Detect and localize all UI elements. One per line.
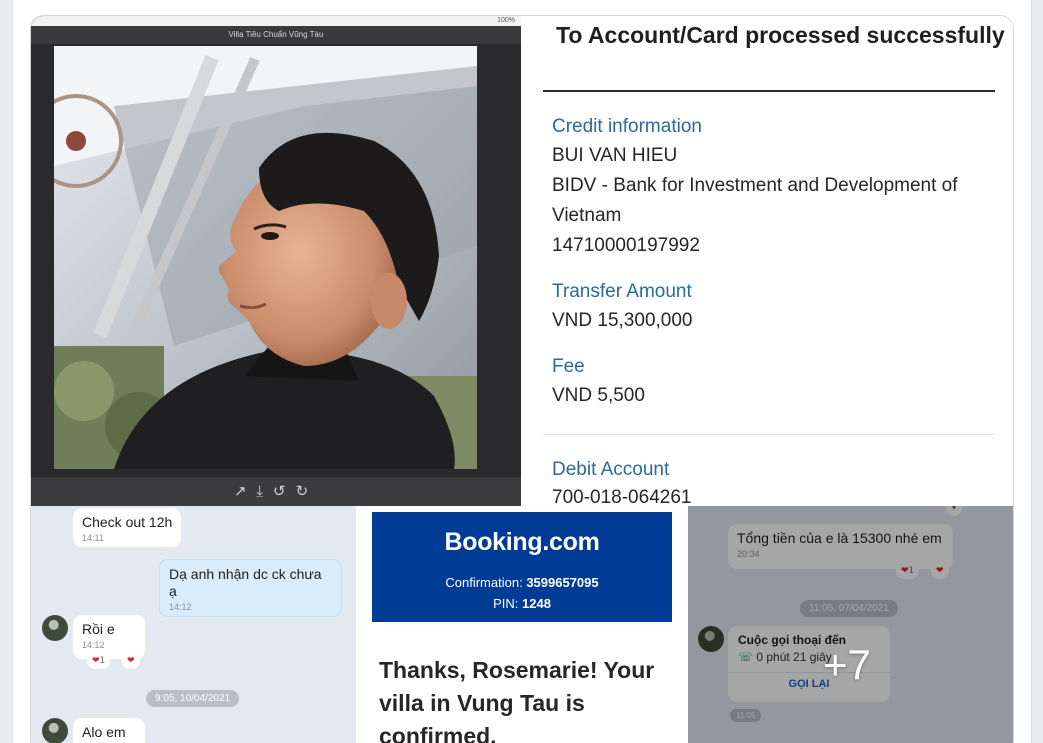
booking-logo: Booking.com	[444, 528, 600, 556]
gallery-photo-2[interactable]: To Account/Card processed successfully C…	[521, 16, 1013, 506]
portrait-photo	[54, 46, 477, 469]
photo-gallery: 100% Villa Tiêu Chuẩn Vũng Tàu ↗⤓↺↻ To A…	[30, 15, 1014, 743]
chat-message: Check out 12h 14:11	[73, 508, 182, 547]
receipt-divider	[543, 90, 995, 92]
credit-info-label: Credit information	[552, 116, 702, 137]
contact-avatar[interactable]	[42, 615, 68, 641]
fee-label: Fee	[552, 356, 585, 377]
credit-account: 14710000197992	[552, 235, 700, 256]
gallery-photo-1[interactable]: 100% Villa Tiêu Chuẩn Vũng Tàu ↗⤓↺↻	[31, 16, 521, 506]
credit-name: BUI VAN HIEU	[552, 145, 678, 166]
battery-status: 100%	[497, 17, 515, 24]
booking-banner: Booking.com Confirmation: 3599657095 PIN…	[372, 512, 672, 622]
status-bar: 100%	[31, 16, 521, 26]
reaction-heart[interactable]: ❤1	[87, 653, 111, 669]
chat-message: Alo em	[73, 718, 145, 743]
portrait-illustration	[54, 46, 477, 469]
debit-account-label: Debit Account	[552, 459, 670, 480]
pin-line: PIN: 1248	[372, 596, 672, 611]
pin-label: PIN:	[493, 596, 519, 611]
message-text: Alo em	[82, 724, 126, 740]
transfer-amount-label: Transfer Amount	[552, 281, 692, 302]
message-time: 14:12	[82, 640, 105, 650]
booking-thanks-heading: Thanks, Rosemarie! Your villa in Vung Ta…	[379, 657, 655, 743]
receipt-title: To Account/Card processed successfully	[556, 22, 1005, 48]
contact-avatar[interactable]	[42, 718, 68, 743]
date-separator: 9:05, 10/04/2021	[146, 690, 240, 707]
gallery-photo-5[interactable]: ▾ Tổng tiền của e là 15300 nhé em 20:34 …	[688, 506, 1013, 743]
credit-bank: BIDV - Bank for Investment and Developme…	[552, 175, 958, 226]
message-text: Check out 12h	[82, 514, 173, 530]
message-time: 14:12	[169, 602, 192, 612]
gallery-photo-4[interactable]: Booking.com Confirmation: 3599657095 PIN…	[356, 506, 688, 743]
debit-account-value: 700-018-064261	[552, 487, 692, 506]
transfer-amount-value: VND 15,300,000	[552, 310, 693, 331]
confirmation-number: 3599657095	[526, 575, 599, 590]
receipt-separator	[543, 434, 995, 435]
more-photos-overlay[interactable]	[688, 506, 1013, 743]
viewer-toolbar[interactable]: ↗⤓↺↻	[31, 477, 521, 506]
fee-value: VND 5,500	[552, 385, 645, 406]
react-heart-icon[interactable]: ❤	[122, 653, 140, 669]
message-text: Dạ anh nhận dc ck chưa ạ	[169, 566, 322, 599]
message-time: 14:11	[82, 533, 104, 543]
confirmation-line: Confirmation: 3599657095	[372, 575, 672, 590]
confirmation-label: Confirmation:	[445, 575, 523, 590]
message-text: Rồi e	[82, 621, 115, 637]
pin-value: 1248	[522, 596, 551, 611]
chat-message-own: Dạ anh nhận dc ck chưa ạ 14:12	[159, 559, 342, 617]
gallery-photo-3[interactable]: Check out 12h 14:11 Dạ anh nhận dc ck ch…	[31, 506, 356, 743]
more-photos-count[interactable]: +7	[823, 641, 871, 689]
viewer-title: Villa Tiêu Chuẩn Vũng Tàu	[31, 26, 521, 44]
viewer-toolbar-glyphs[interactable]: ↗⤓↺↻	[234, 482, 318, 500]
reaction-count: 1	[99, 656, 106, 666]
